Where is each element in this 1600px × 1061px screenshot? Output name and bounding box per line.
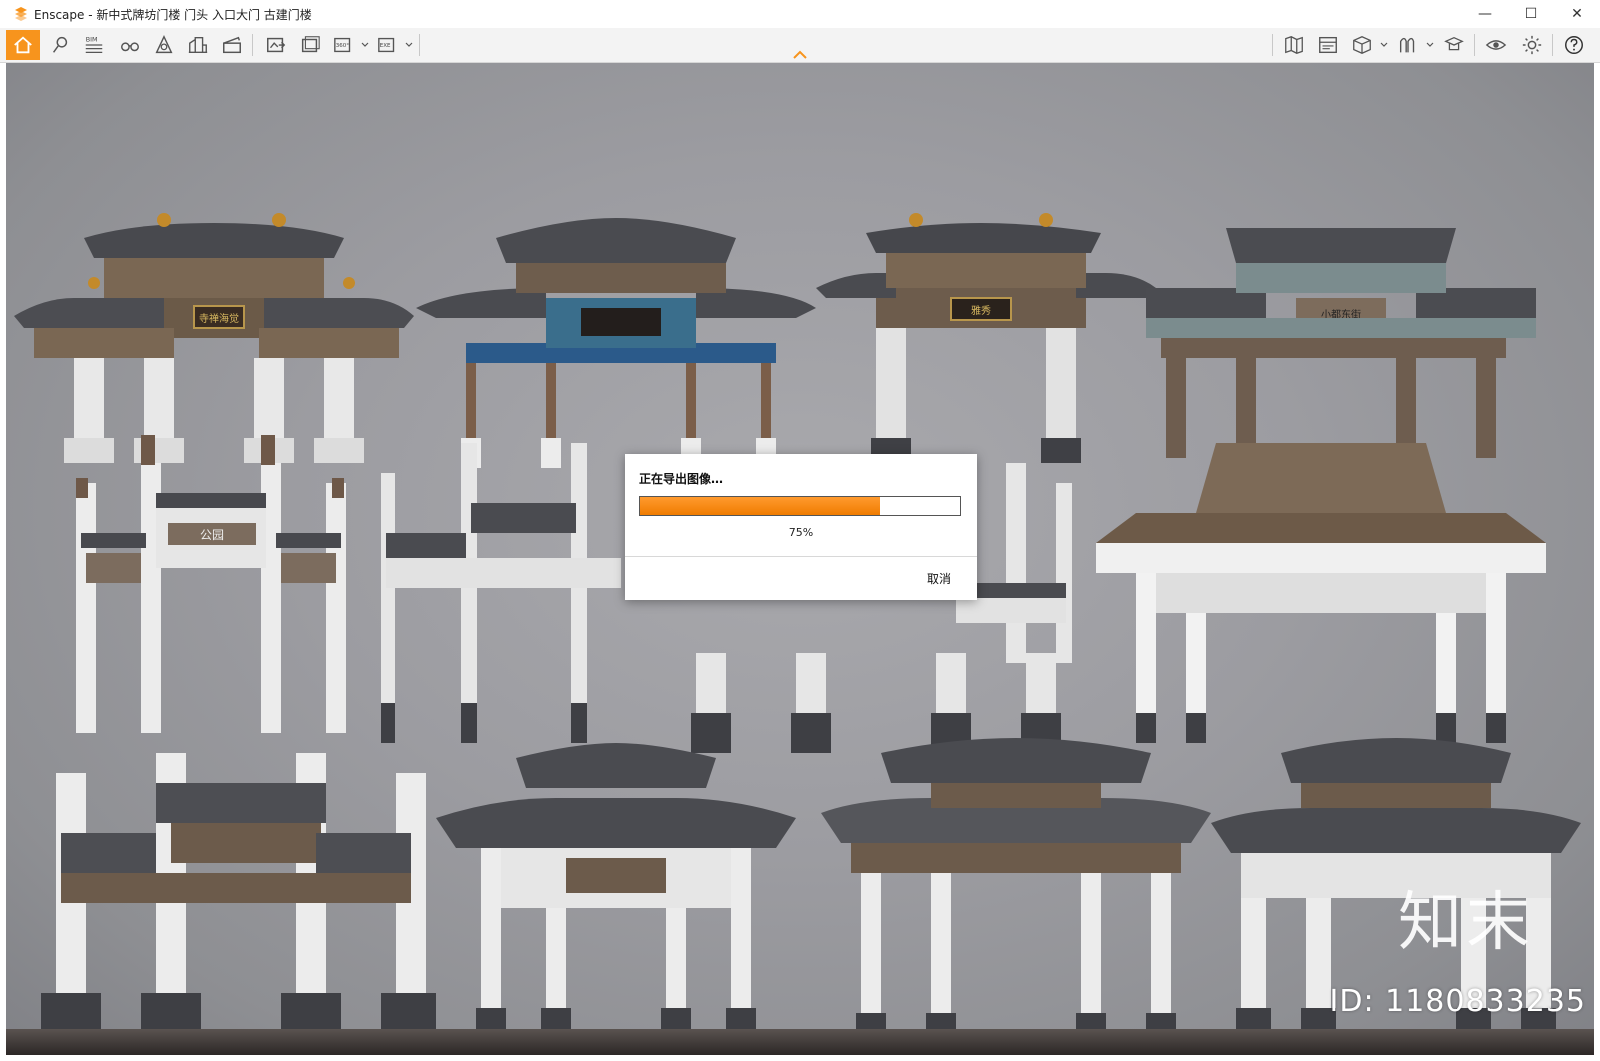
home-icon — [14, 36, 32, 54]
video-editor-button[interactable] — [1312, 30, 1344, 60]
gate-model-2 — [416, 218, 816, 468]
asset-library-icon — [1399, 37, 1415, 53]
video-editor-icon — [1319, 36, 1337, 54]
batch-render-icon — [301, 36, 320, 53]
binoculars-icon — [121, 42, 139, 52]
map-icon — [1285, 36, 1303, 54]
gate-model-1: 寺禅海觉 — [14, 213, 414, 463]
map-button[interactable] — [1278, 30, 1310, 60]
help-button[interactable] — [1558, 30, 1590, 60]
gate-model-11 — [821, 738, 1211, 1043]
svg-text:BIM: BIM — [86, 35, 98, 43]
settings-button[interactable] — [1516, 30, 1548, 60]
help-icon — [1565, 36, 1583, 54]
progress-percent: 75% — [788, 526, 814, 539]
progress-bar — [639, 496, 961, 516]
buildings-button[interactable] — [182, 30, 214, 60]
toolbar-separator — [419, 34, 420, 56]
clapperboard-icon — [223, 36, 241, 54]
batch-render-button[interactable] — [294, 30, 326, 60]
svg-text:EXE: EXE — [380, 43, 391, 49]
gate-model-3: 雅秀 — [816, 213, 1156, 463]
chevron-down-icon[interactable] — [361, 41, 369, 49]
gate-model-4: 小都东街 — [1146, 228, 1536, 458]
svg-text:雅秀: 雅秀 — [971, 304, 991, 317]
cancel-button[interactable]: 取消 — [927, 570, 951, 587]
svg-text:360°: 360° — [336, 43, 349, 49]
chevron-down-icon[interactable] — [1380, 41, 1388, 49]
toolbar-separator — [1552, 34, 1553, 56]
atmosphere-icon — [155, 35, 173, 54]
watermark-logo: 知末 — [1398, 886, 1534, 960]
visual-settings-button[interactable] — [1480, 30, 1512, 60]
cube-button[interactable] — [1346, 30, 1378, 60]
window-controls: — ☐ ✕ — [1462, 0, 1600, 28]
bim-button[interactable]: BIM — [78, 30, 110, 60]
watermark-id: ID: 1180833235 — [1329, 984, 1586, 1019]
gate-model-10 — [436, 743, 796, 1038]
gate-model-6 — [381, 443, 621, 743]
home-button[interactable] — [6, 30, 40, 60]
maximize-button[interactable]: ☐ — [1508, 0, 1554, 28]
app-window: Enscape - 新中式牌坊门楼 门头 入口大门 古建门楼 — ☐ ✕ BIM — [0, 0, 1600, 1061]
toolbar-separator — [252, 34, 253, 56]
collapse-toolbar-icon[interactable] — [792, 50, 808, 60]
toolbar: BIM 360° EXE — [0, 28, 1600, 63]
location-pin-icon — [52, 36, 68, 53]
asset-library-button[interactable] — [1392, 30, 1424, 60]
panorama-button[interactable]: 360° — [328, 30, 360, 60]
export-progress-dialog: 正在导出图像… 75% 取消 — [625, 454, 977, 600]
export-exe-button[interactable]: EXE — [372, 30, 404, 60]
dialog-divider — [625, 556, 977, 557]
cap-button[interactable] — [1438, 30, 1470, 60]
clapperboard-button[interactable] — [216, 30, 248, 60]
screenshot-button[interactable] — [260, 30, 292, 60]
chevron-down-icon[interactable] — [1426, 41, 1434, 49]
dialog-title: 正在导出图像… — [639, 472, 724, 486]
atmosphere-button[interactable] — [148, 30, 180, 60]
toolbar-separator — [1474, 34, 1475, 56]
eye-icon — [1485, 40, 1507, 50]
enscape-logo-icon — [15, 7, 27, 21]
panorama-icon: 360° — [334, 37, 351, 53]
bim-icon: BIM — [85, 35, 103, 53]
svg-text:寺禅海觉: 寺禅海觉 — [199, 312, 239, 325]
svg-text:公园: 公园 — [200, 528, 224, 542]
gate-model-5: 公园 — [76, 435, 346, 733]
cap-icon — [1444, 36, 1464, 51]
ground-strip — [6, 1029, 1594, 1055]
export-exe-icon: EXE — [378, 37, 395, 53]
minimize-button[interactable]: — — [1462, 0, 1508, 28]
toolbar-separator — [1272, 34, 1273, 56]
progress-bar-fill — [640, 497, 880, 515]
window-title: Enscape - 新中式牌坊门楼 门头 入口大门 古建门楼 — [34, 7, 312, 22]
cube-icon — [1353, 36, 1371, 54]
binoculars-button[interactable] — [114, 30, 146, 60]
gate-model-9 — [41, 753, 436, 1033]
gate-model-8 — [1096, 443, 1546, 743]
location-button[interactable] — [44, 30, 76, 60]
settings-icon — [1522, 35, 1542, 55]
close-button[interactable]: ✕ — [1554, 0, 1600, 28]
title-bar: Enscape - 新中式牌坊门楼 门头 入口大门 古建门楼 — ☐ ✕ — [0, 0, 1600, 28]
chevron-down-icon[interactable] — [405, 41, 413, 49]
screenshot-icon — [267, 37, 286, 53]
buildings-icon — [188, 36, 208, 54]
